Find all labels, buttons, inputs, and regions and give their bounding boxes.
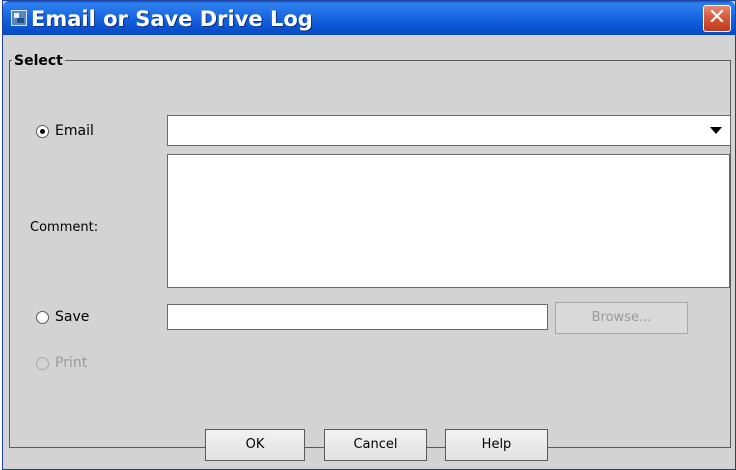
print-radio-option: Print [36,354,87,372]
select-group-title: Select [12,53,65,69]
email-address-combobox[interactable] [167,115,731,146]
chevron-down-icon[interactable] [702,116,730,145]
comment-textarea[interactable] [167,154,730,288]
cancel-button[interactable]: Cancel [324,429,427,461]
ok-button[interactable]: OK [205,429,305,461]
email-save-drive-log-dialog: Email or Save Drive Log ✕ Select Email C… [2,0,736,470]
save-radio-option[interactable]: Save [36,308,89,326]
save-radio-label: Save [55,309,90,325]
save-radio-button[interactable] [36,310,49,324]
drive-log-icon [11,10,27,26]
email-radio-option[interactable]: Email [36,122,94,140]
title-bar[interactable]: Email or Save Drive Log ✕ [3,1,735,35]
email-radio-label: Email [55,123,94,139]
save-path-field[interactable] [167,304,548,330]
browse-button[interactable]: Browse... [555,302,688,334]
print-radio-button [36,356,49,370]
comment-label: Comment: [30,220,99,235]
close-icon[interactable]: ✕ [703,5,731,32]
dialog-content: Select Email Comment: Save Browse... Pri… [3,35,735,469]
window-title: Email or Save Drive Log [31,7,313,31]
help-button[interactable]: Help [445,429,548,461]
email-radio-button[interactable] [36,124,49,138]
print-radio-label: Print [55,355,88,371]
